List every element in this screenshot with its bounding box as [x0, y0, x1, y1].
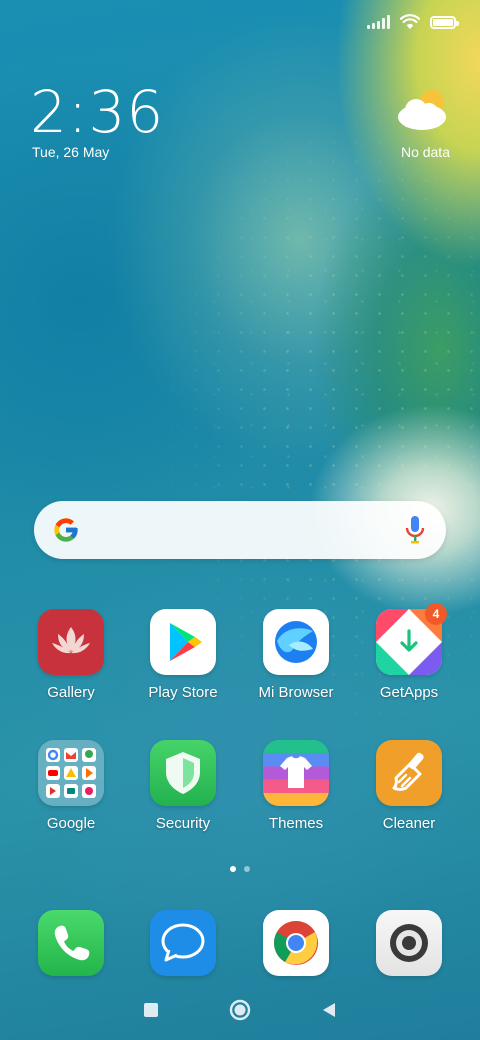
back-triangle-icon[interactable] [321, 1002, 337, 1018]
app-label: GetApps [379, 684, 439, 701]
home-circle-icon[interactable] [229, 999, 251, 1021]
app-security[interactable]: Security [127, 740, 239, 832]
app-label: Mi Browser [258, 684, 334, 701]
app-label: Cleaner [382, 815, 436, 832]
app-play-store[interactable]: Play Store [127, 609, 239, 701]
page-indicator [0, 866, 480, 872]
gallery-icon [38, 609, 104, 675]
google-g-icon [54, 518, 78, 542]
chrome-icon [263, 910, 329, 976]
play-store-icon [150, 609, 216, 675]
page-dot-active [230, 866, 236, 872]
navigation-bar [0, 980, 480, 1040]
status-bar [367, 10, 459, 34]
partly-cloudy-icon[interactable] [396, 86, 450, 132]
phone-icon [38, 910, 104, 976]
app-label: Google [46, 815, 96, 832]
battery-fill [433, 18, 453, 26]
google-folder-icon [38, 740, 104, 806]
dock-messages[interactable] [127, 910, 239, 976]
mi-browser-icon [263, 609, 329, 675]
google-search-bar[interactable] [34, 501, 446, 559]
app-label: Themes [268, 815, 324, 832]
folder-google[interactable]: Google [15, 740, 127, 832]
themes-icon [263, 740, 329, 806]
clock-date[interactable]: Tue, 26 May [32, 144, 109, 160]
app-label: Play Store [148, 684, 218, 701]
microphone-icon[interactable] [404, 515, 426, 545]
dock-phone[interactable] [15, 910, 127, 976]
security-icon [150, 740, 216, 806]
app-cleaner[interactable]: Cleaner [353, 740, 465, 832]
clock-time[interactable]: 2:36 [30, 78, 164, 146]
dock-camera[interactable] [353, 910, 465, 976]
app-gallery[interactable]: Gallery [15, 609, 127, 701]
app-mi-browser[interactable]: Mi Browser [240, 609, 352, 701]
notification-badge: 4 [425, 603, 447, 625]
cleaner-icon [376, 740, 442, 806]
app-getapps[interactable]: 4 GetApps [353, 603, 465, 701]
dock-chrome[interactable] [240, 910, 352, 976]
page-dot [244, 866, 250, 872]
signal-icon [367, 15, 390, 29]
app-label: Security [155, 815, 211, 832]
recents-square-icon[interactable] [143, 1002, 159, 1018]
battery-icon [430, 15, 459, 29]
weather-status[interactable]: No data [401, 144, 450, 160]
wifi-icon [400, 14, 420, 29]
app-label: Gallery [47, 684, 95, 701]
app-themes[interactable]: Themes [240, 740, 352, 832]
messages-icon [150, 910, 216, 976]
camera-icon [376, 910, 442, 976]
